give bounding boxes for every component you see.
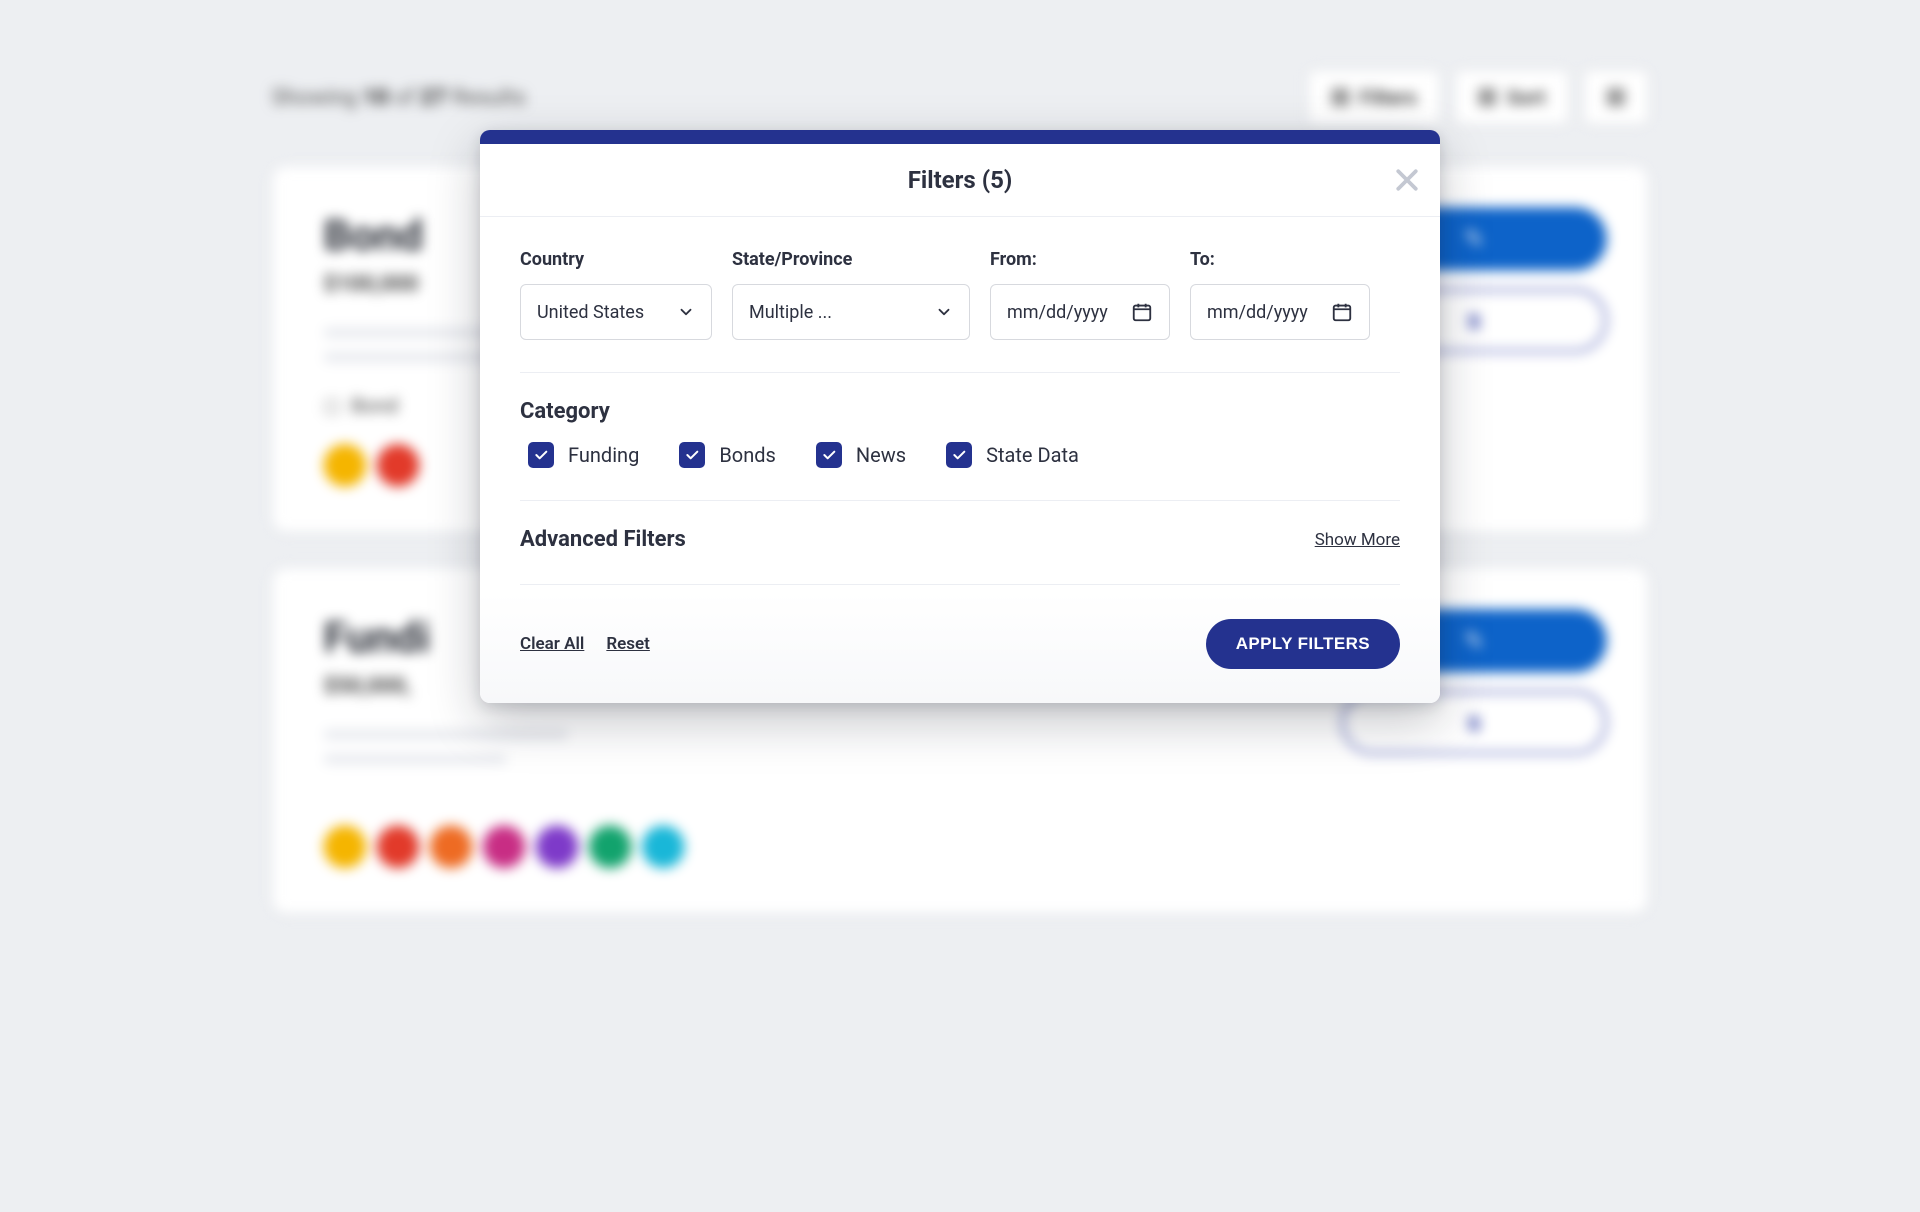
country-value: United States <box>537 302 644 323</box>
category-funding[interactable]: Funding <box>528 442 639 468</box>
from-placeholder: mm/dd/yyyy <box>1007 302 1108 323</box>
calendar-icon <box>1131 301 1153 323</box>
country-field: Country United States <box>520 249 712 340</box>
state-value: Multiple ... <box>749 302 832 323</box>
checkbox-checked-icon <box>679 442 705 468</box>
clear-all-button[interactable]: Clear All <box>520 634 584 654</box>
filter-row: Country United States State/Province Mul… <box>520 249 1400 340</box>
state-label: State/Province <box>732 249 970 270</box>
reset-button[interactable]: Reset <box>606 634 650 654</box>
category-news[interactable]: News <box>816 442 906 468</box>
state-select[interactable]: Multiple ... <box>732 284 970 340</box>
category-label: Funding <box>568 443 639 467</box>
from-date-input[interactable]: mm/dd/yyyy <box>990 284 1170 340</box>
modal-title: Filters (5) <box>480 166 1440 194</box>
show-more-link[interactable]: Show More <box>1315 530 1400 550</box>
category-heading: Category <box>520 399 1400 424</box>
to-field: To: mm/dd/yyyy <box>1190 249 1370 340</box>
apply-filters-button[interactable]: APPLY FILTERS <box>1206 619 1400 669</box>
close-button[interactable] <box>1392 165 1422 195</box>
close-icon <box>1392 165 1422 195</box>
checkbox-checked-icon <box>816 442 842 468</box>
from-field: From: mm/dd/yyyy <box>990 249 1170 340</box>
state-field: State/Province Multiple ... <box>732 249 970 340</box>
chevron-down-icon <box>677 303 695 321</box>
checkbox-checked-icon <box>528 442 554 468</box>
advanced-heading: Advanced Filters <box>520 527 686 552</box>
checkbox-checked-icon <box>946 442 972 468</box>
chevron-down-icon <box>935 303 953 321</box>
calendar-icon <box>1331 301 1353 323</box>
category-label: News <box>856 443 906 467</box>
modal-footer: Clear All Reset APPLY FILTERS <box>480 593 1440 703</box>
filters-modal: Filters (5) Country United States State/… <box>480 130 1440 703</box>
country-select[interactable]: United States <box>520 284 712 340</box>
category-label: Bonds <box>719 443 776 467</box>
category-bonds[interactable]: Bonds <box>679 442 776 468</box>
category-row: Funding Bonds News State Data <box>520 442 1400 468</box>
modal-overlay: Filters (5) Country United States State/… <box>0 0 1920 1200</box>
category-state-data[interactable]: State Data <box>946 442 1079 468</box>
to-placeholder: mm/dd/yyyy <box>1207 302 1308 323</box>
country-label: Country <box>520 249 712 270</box>
from-label: From: <box>990 249 1170 270</box>
to-label: To: <box>1190 249 1370 270</box>
modal-header: Filters (5) <box>480 144 1440 217</box>
to-date-input[interactable]: mm/dd/yyyy <box>1190 284 1370 340</box>
category-label: State Data <box>986 443 1079 467</box>
